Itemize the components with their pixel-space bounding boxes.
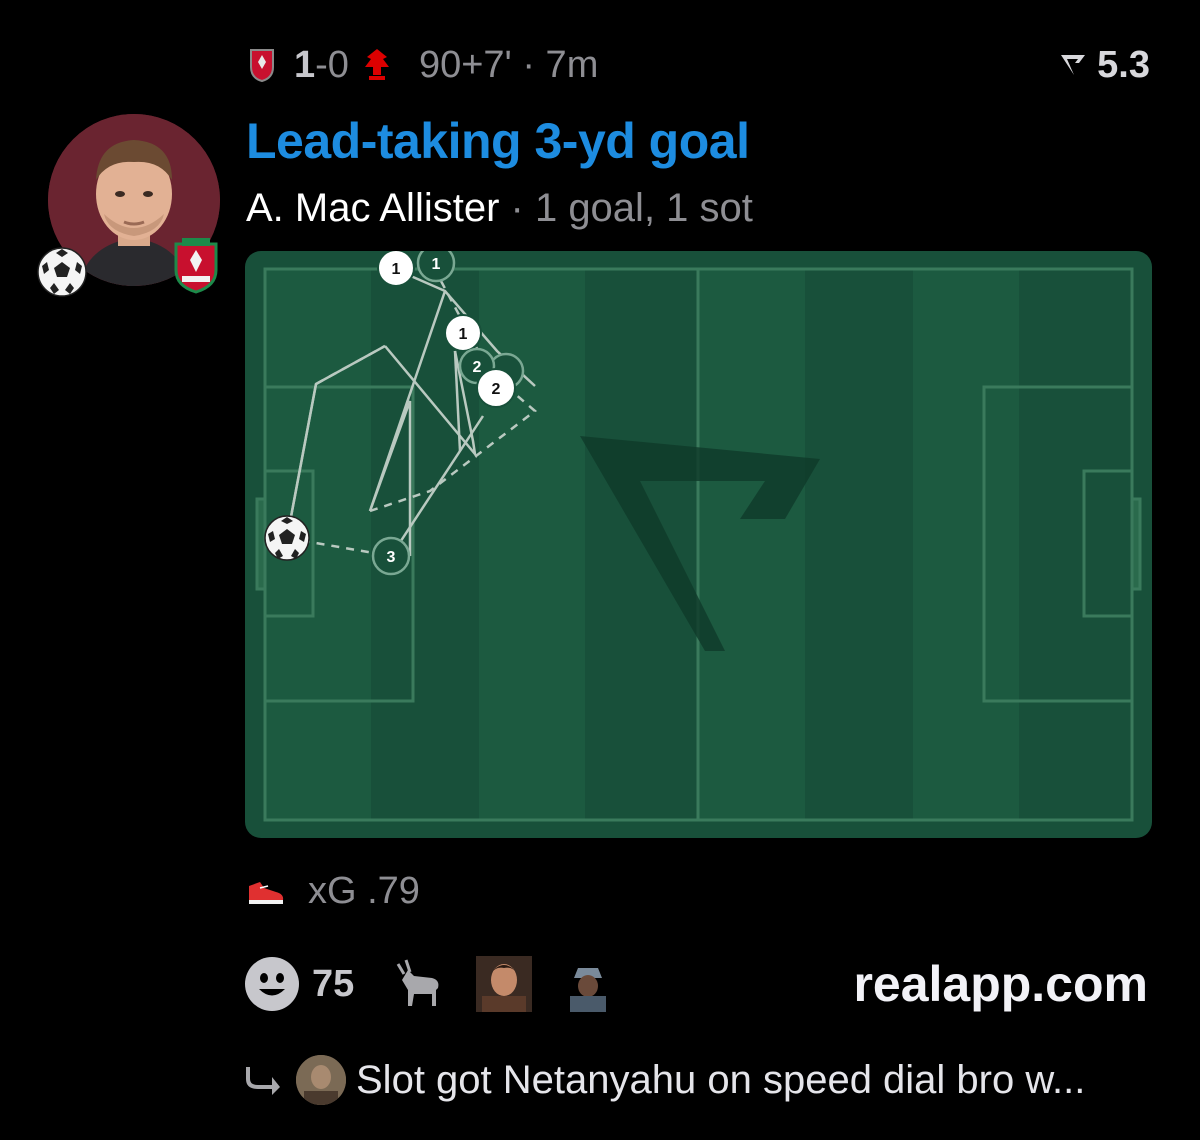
smiley-icon[interactable] [244,956,300,1012]
shot-map-pitch: 1 1 1 2 2 3 [245,251,1152,838]
liverpool-crest-icon [174,238,218,294]
reaction-gif-1[interactable] [476,956,533,1012]
xg-value: xG .79 [308,869,420,912]
reply-arrow-icon [246,1067,280,1095]
marker-label: 3 [387,549,396,566]
reply-text: Slot got Netanyahu on speed dial bro w..… [356,1057,1086,1102]
player-rating: 5.3 [1059,40,1150,90]
match-score-row[interactable]: 1 - 0 90+7' · 7m [248,40,598,90]
reply-avatar[interactable] [296,1055,346,1105]
ball-position [264,515,310,561]
marker-label: 2 [492,381,501,398]
marker-label: 1 [459,326,468,343]
goal-ball-icon [37,247,87,297]
marker-white-1[interactable]: 1 [377,251,415,287]
marker-label: 1 [392,261,401,278]
reply-preview[interactable]: Slot got Netanyahu on speed dial bro w..… [246,1050,1085,1110]
realapp-logo-icon [1061,55,1086,75]
site-link[interactable]: realapp.com [853,952,1148,1016]
reaction-gif-2[interactable] [560,956,617,1012]
score-separator: - [315,43,328,86]
boot-icon [249,882,284,904]
marker-green-3[interactable]: 3 [371,536,411,576]
goat-icon[interactable] [392,956,448,1012]
player-line[interactable]: A. Mac Allister · 1 goal, 1 sot [246,186,753,231]
marker-white-2[interactable]: 2 [476,368,516,408]
player-name[interactable]: A. Mac Allister [246,186,499,230]
xg-row: xG .79 [246,866,420,916]
player-stats: · 1 goal, 1 sot [499,186,753,230]
post-headline[interactable]: Lead-taking 3-yd goal [246,112,750,170]
rating-value: 5.3 [1097,43,1150,86]
reaction-count: 75 [312,962,355,1005]
marker-label: 2 [473,359,482,376]
match-minute: 90+7' · 7m [418,43,599,86]
home-score: 1 [294,43,316,86]
liverpool-crest-icon [250,49,274,83]
marker-label: 1 [432,256,441,273]
marker-green-1[interactable]: 1 [416,251,456,283]
marker-white-1b[interactable]: 1 [444,314,482,352]
nottingham-forest-crest-icon [364,49,389,80]
reactions-row[interactable]: 75 [244,952,644,1016]
away-score: 0 [327,43,349,86]
reply-avatar-photo [296,1055,346,1105]
